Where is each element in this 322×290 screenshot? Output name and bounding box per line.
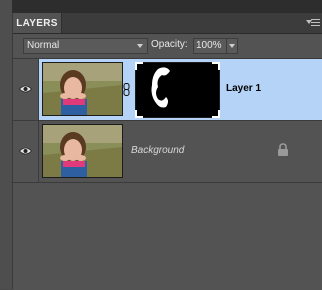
layers-panel: LAYERS Normal Opacity: 100% Layer 1 Back… xyxy=(13,13,322,290)
eye-icon xyxy=(19,147,32,155)
opacity-label: Opacity: xyxy=(151,39,188,50)
layer-row-layer-1[interactable]: Layer 1 xyxy=(13,59,322,121)
blend-mode-select[interactable]: Normal xyxy=(23,38,148,54)
panel-tab-bar: LAYERS xyxy=(13,13,322,34)
dropdown-arrow-icon xyxy=(137,44,143,48)
layer-thumbnail[interactable] xyxy=(42,124,123,178)
opacity-slider-button[interactable] xyxy=(226,38,238,54)
panel-menu-icon[interactable] xyxy=(306,17,320,29)
visibility-toggle[interactable] xyxy=(13,121,39,182)
mask-selection-corner xyxy=(135,110,143,118)
tab-layers-label: LAYERS xyxy=(16,17,58,29)
mask-selection-corner xyxy=(212,62,220,70)
top-dark-bar xyxy=(12,0,322,13)
visibility-toggle[interactable] xyxy=(13,59,39,120)
mask-selection-corner xyxy=(135,62,143,70)
eye-icon xyxy=(19,85,32,93)
layer-row-background[interactable]: Background xyxy=(13,121,322,183)
layers-list: Layer 1 Background xyxy=(13,58,322,290)
opacity-value: 100% xyxy=(196,40,222,51)
blend-mode-value: Normal xyxy=(27,40,60,51)
dropdown-arrow-icon xyxy=(229,44,235,48)
mask-selection-corner xyxy=(212,110,220,118)
layer-mask-thumbnail[interactable] xyxy=(135,62,220,118)
chain-link-icon[interactable] xyxy=(123,83,130,96)
lock-icon xyxy=(278,143,288,156)
layer-thumbnail[interactable] xyxy=(42,62,123,116)
layer-name[interactable]: Layer 1 xyxy=(226,83,261,94)
layers-toolbar: Normal Opacity: 100% xyxy=(13,34,322,56)
left-edge-strip xyxy=(0,0,13,289)
layer-name[interactable]: Background xyxy=(131,145,184,156)
opacity-field[interactable]: 100% xyxy=(193,38,227,54)
tab-layers[interactable]: LAYERS xyxy=(13,13,62,33)
